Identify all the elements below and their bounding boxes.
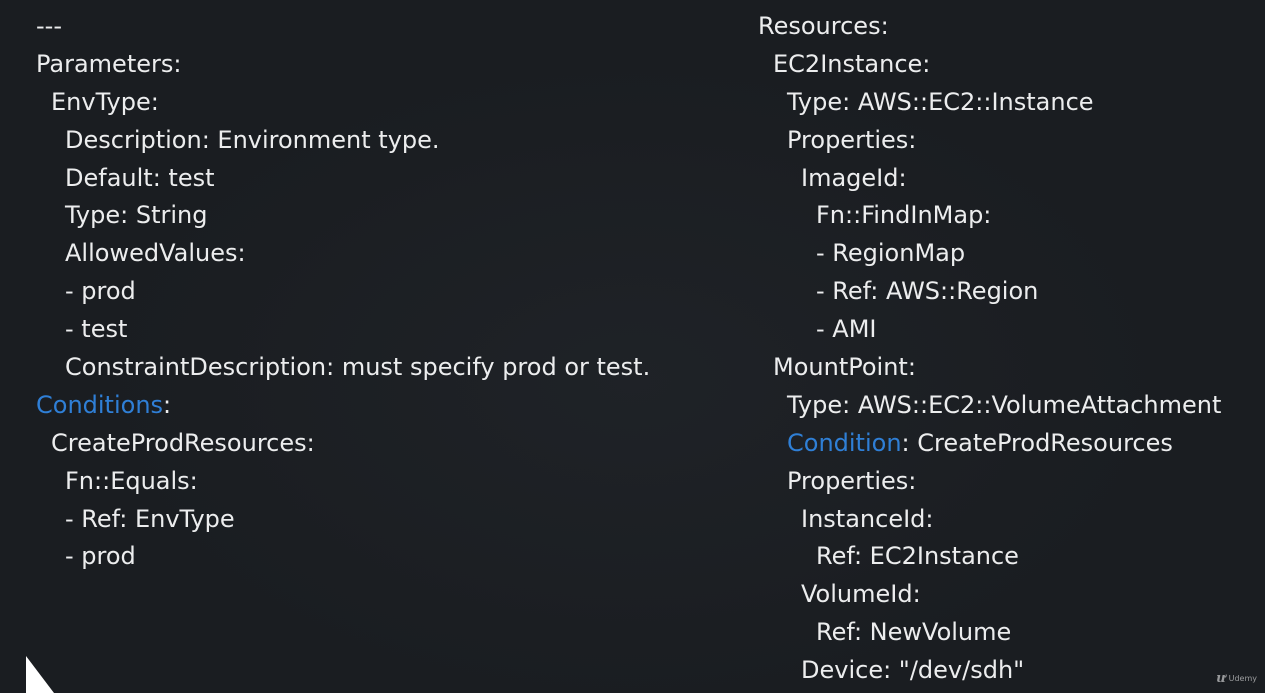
yaml-mountpoint-key: MountPoint:: [773, 353, 916, 382]
cursor-corner-icon: [26, 656, 54, 693]
yaml-ref-newvolume: Ref: NewVolume: [816, 618, 1012, 647]
yaml-mount-properties-key: Properties:: [787, 466, 917, 495]
conditions-keyword: Conditions: [36, 390, 164, 419]
yaml-resources-key: Resources:: [758, 12, 889, 40]
yaml-create-prod-key: CreateProdResources:: [51, 428, 315, 457]
yaml-allowed-prod: - prod: [65, 277, 136, 306]
udemy-watermark: ư Udemy: [1216, 672, 1257, 685]
yaml-doc-start: ---: [36, 12, 62, 40]
yaml-ami-item: - AMI: [816, 315, 877, 344]
yaml-ec2-type-line: Type: AWS::EC2::Instance: [787, 87, 1094, 116]
yaml-constraint-line: ConstraintDescription: must specify prod…: [65, 353, 651, 382]
yaml-equals-prod: - prod: [65, 542, 136, 571]
yaml-allowed-test: - test: [65, 315, 128, 344]
yaml-ec2-properties-key: Properties:: [787, 125, 917, 154]
conditions-colon: :: [163, 390, 172, 419]
yaml-imageid-key: ImageId:: [801, 163, 907, 192]
condition-value: : CreateProdResources: [901, 428, 1173, 457]
udemy-watermark-text: Udemy: [1228, 673, 1257, 683]
yaml-envtype-key: EnvType:: [51, 87, 159, 116]
udemy-logo-icon: ư: [1216, 671, 1226, 686]
yaml-fn-equals-key: Fn::Equals:: [65, 466, 198, 495]
yaml-description-line: Description: Environment type.: [65, 125, 440, 154]
yaml-right-column: Resources: EC2Instance: Type: AWS::EC2::…: [758, 8, 1221, 690]
yaml-device-line: Device: "/dev/sdh": [801, 656, 1025, 685]
condition-keyword: Condition: [787, 428, 902, 457]
yaml-condition-line: Condition: CreateProdResources: [758, 425, 1221, 463]
yaml-volumeid-key: VolumeId:: [801, 580, 921, 609]
yaml-instanceid-key: InstanceId:: [801, 504, 934, 533]
yaml-left-column: --- Parameters: EnvType: Description: En…: [36, 8, 650, 576]
yaml-ref-envtype: - Ref: EnvType: [65, 504, 235, 533]
yaml-findinmap-key: Fn::FindInMap:: [816, 201, 992, 230]
yaml-parameters-key: Parameters:: [36, 49, 182, 78]
yaml-ref-ec2instance: Ref: EC2Instance: [816, 542, 1019, 571]
yaml-conditions-line: Conditions:: [36, 387, 650, 425]
yaml-ref-region-item: - Ref: AWS::Region: [816, 277, 1039, 306]
yaml-regionmap-item: - RegionMap: [816, 239, 966, 268]
yaml-mount-type-line: Type: AWS::EC2::VolumeAttachment: [787, 390, 1222, 419]
yaml-allowed-values-key: AllowedValues:: [65, 239, 246, 268]
yaml-type-line: Type: String: [65, 201, 208, 230]
yaml-default-line: Default: test: [65, 163, 215, 192]
yaml-ec2instance-key: EC2Instance:: [773, 49, 931, 78]
